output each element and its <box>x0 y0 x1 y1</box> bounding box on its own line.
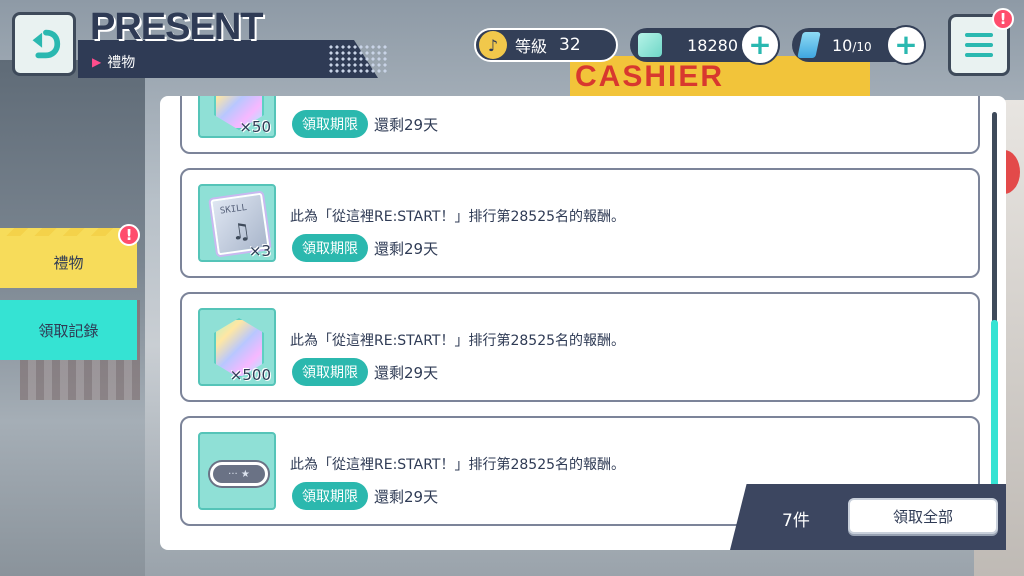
gift-description: 此為「從這裡RE:START！」排行第28525名的報酬。 <box>290 457 626 473</box>
skill-card-label: SKILL <box>219 202 248 217</box>
back-arrow-icon <box>32 29 61 59</box>
back-button[interactable] <box>12 12 76 76</box>
title-dots-decoration <box>328 44 388 74</box>
level-indicator: ♪ 等級 32 <box>474 28 618 62</box>
music-note-icon: ♪ <box>479 31 507 59</box>
gift-quantity: ×50 <box>239 118 271 136</box>
hamburger-icon-line <box>965 43 993 47</box>
background-sign-text: CASHIER <box>575 60 725 93</box>
gift-thumbnail: ··· ★ <box>198 432 276 510</box>
gift-quantity: ×3 <box>248 242 271 260</box>
energy-drink-icon <box>797 32 821 58</box>
page-title: PRESENT <box>90 6 263 48</box>
gift-description: 此為「從這裡RE:START！」排行第28525名的報酬。 <box>290 209 626 225</box>
level-label: 等級 <box>515 37 548 56</box>
gift-deadline: 領取期限 還剩29天 <box>292 110 438 138</box>
gift-thumbnail: SKILL ♫ ×3 <box>198 184 276 262</box>
hamburger-icon-line <box>965 53 993 57</box>
tab-claim-history[interactable]: 領取記錄 <box>0 300 137 360</box>
deadline-tag: 領取期限 <box>292 482 368 510</box>
gift-item: ×50 領取期限 還剩29天 <box>180 96 980 154</box>
days-remaining: 還剩29天 <box>374 363 439 382</box>
level-value: 32 <box>559 35 581 55</box>
menu-alert-badge: ! <box>992 8 1014 30</box>
tab-gifts-label: 禮物 <box>53 253 84 272</box>
deadline-tag: 領取期限 <box>292 358 368 386</box>
energy-counter: 10/10 + <box>792 25 926 65</box>
gem-counter: 18280 + <box>630 25 780 65</box>
gem-icon <box>638 33 662 57</box>
gift-description: 此為「從這裡RE:START！」排行第28525名的報酬。 <box>290 333 626 349</box>
buy-energy-button[interactable]: + <box>886 25 926 65</box>
gift-count: 7件 <box>782 511 810 531</box>
gift-deadline: 領取期限 還剩29天 <box>292 482 438 510</box>
hamburger-icon-line <box>965 33 993 37</box>
triangle-icon: ▶ <box>92 55 102 69</box>
gift-thumbnail: ×50 <box>198 96 276 138</box>
days-remaining: 還剩29天 <box>374 115 439 134</box>
gift-thumbnail: ×500 <box>198 308 276 386</box>
buy-gems-button[interactable]: + <box>740 25 780 65</box>
gift-item: SKILL ♫ ×3 此為「從這裡RE:START！」排行第28525名的報酬。… <box>180 168 980 278</box>
energy-value: 10/10 <box>832 36 872 55</box>
tab-claim-history-label: 領取記錄 <box>38 321 99 340</box>
page-subtitle: ▶ 禮物 <box>92 52 135 72</box>
gem-count: 18280 <box>687 35 738 55</box>
tab-gifts-body: 禮物 <box>0 236 137 288</box>
energy-max: /10 <box>852 39 872 54</box>
gift-deadline: 領取期限 還剩29天 <box>292 358 438 386</box>
gift-list-panel: ×50 領取期限 還剩29天 SKILL ♫ ×3 此為「從這裡RE:START… <box>160 96 1006 550</box>
gift-quantity: ×500 <box>229 366 271 384</box>
page-subtitle-text: 禮物 <box>107 55 136 71</box>
gift-tab-alert-badge: ! <box>118 224 140 246</box>
deadline-tag: 領取期限 <box>292 110 368 138</box>
deadline-tag: 領取期限 <box>292 234 368 262</box>
gift-deadline: 領取期限 還剩29天 <box>292 234 438 262</box>
nameplate-icon: ··· ★ <box>210 462 268 486</box>
energy-current: 10 <box>832 35 853 55</box>
gift-item: ×500 此為「從這裡RE:START！」排行第28525名的報酬。 領取期限 … <box>180 292 980 402</box>
days-remaining: 還剩29天 <box>374 487 439 506</box>
claim-all-button[interactable]: 領取全部 <box>848 498 998 534</box>
days-remaining: 還剩29天 <box>374 239 439 258</box>
tab-gifts[interactable]: 禮物 <box>0 228 137 288</box>
